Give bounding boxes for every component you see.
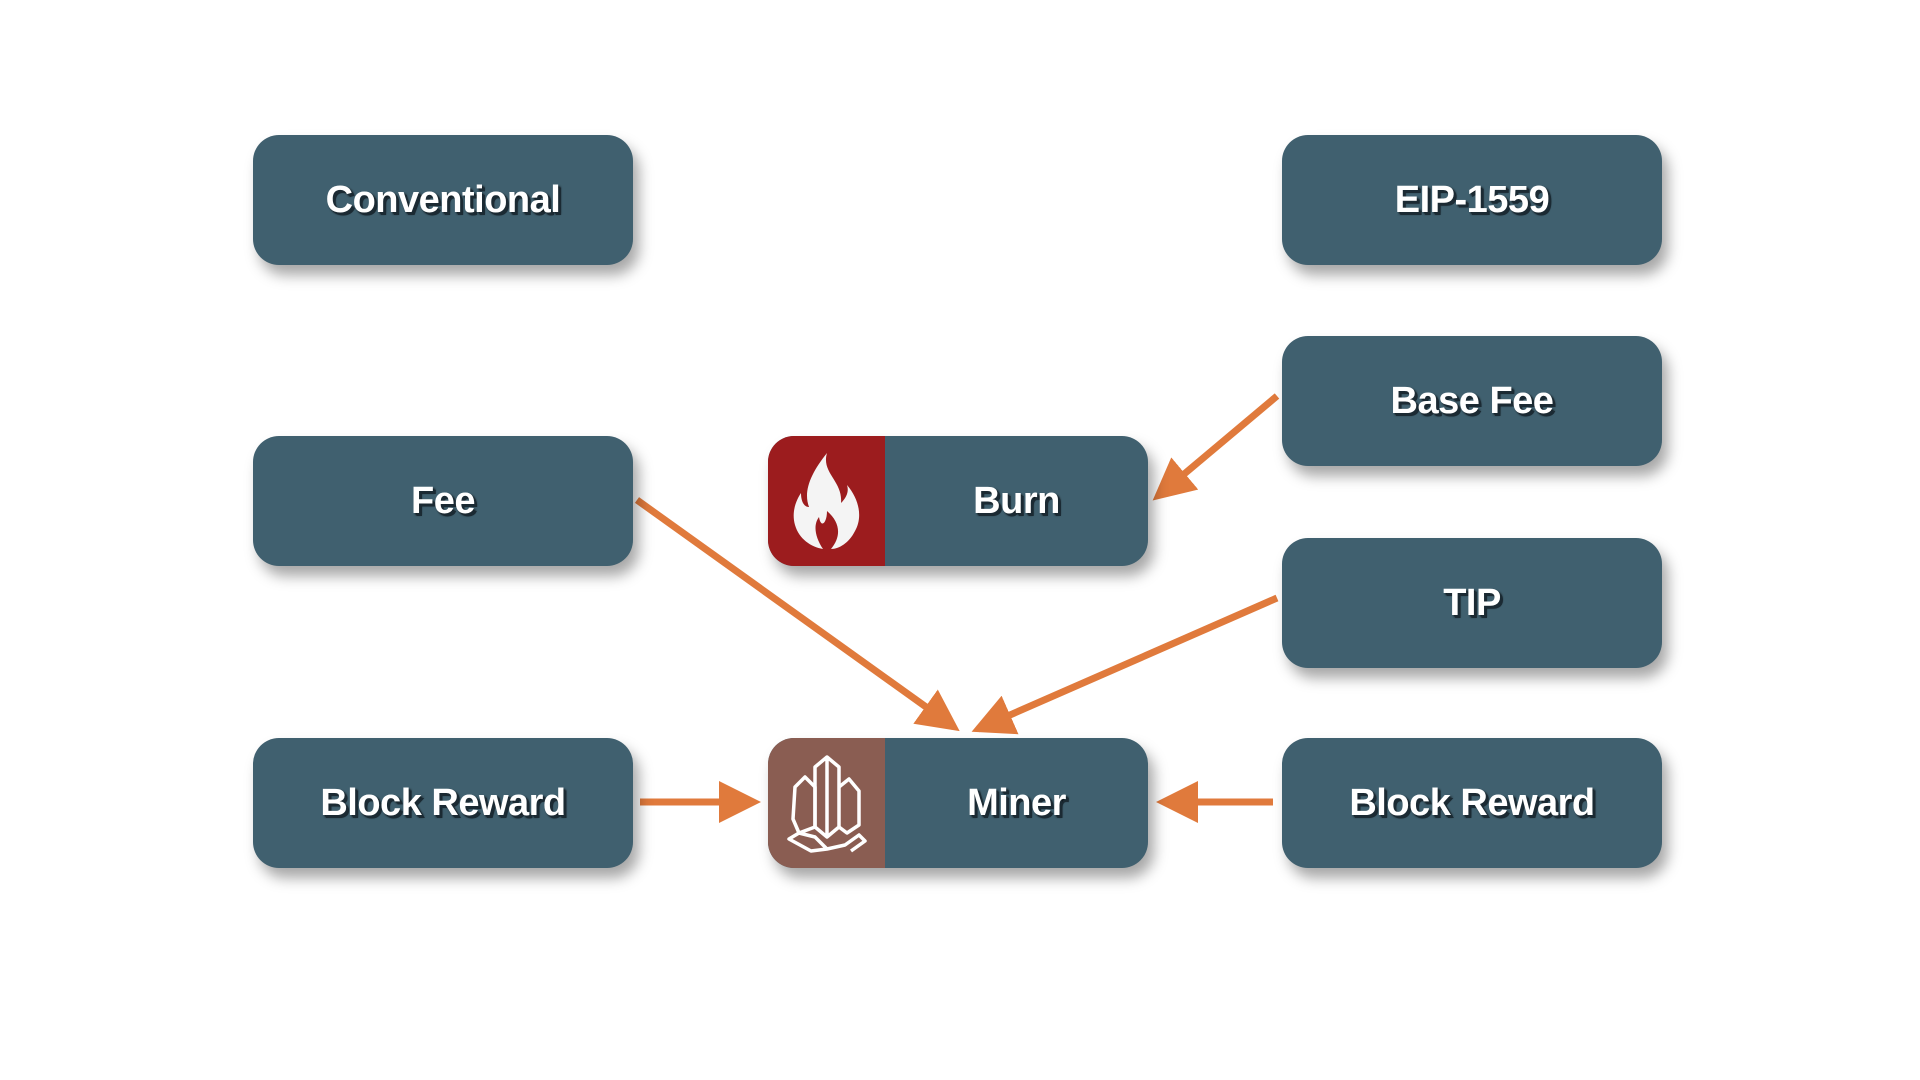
tip-label: TIP [1443,581,1501,624]
right-block-reward-box: Block Reward [1282,738,1662,868]
block-reward-label: Block Reward [1349,781,1595,824]
burn-label: Burn [973,479,1060,522]
eip1559-header-box: EIP-1559 [1282,135,1662,265]
block-reward-label: Block Reward [320,781,566,824]
arrow-tip-to-miner [971,594,1279,735]
base-fee-label: Base Fee [1390,379,1554,422]
miner-box: Miner [768,738,1148,868]
eip1559-label: EIP-1559 [1394,178,1550,221]
base-fee-box: Base Fee [1282,336,1662,466]
arrow-basefee-to-burn [1152,393,1280,501]
fee-label: Fee [411,479,475,522]
fee-box: Fee [253,436,633,566]
crystal-icon [768,738,885,868]
conventional-label: Conventional [325,178,561,221]
left-block-reward-box: Block Reward [253,738,633,868]
flame-icon [768,436,885,566]
tip-box: TIP [1282,538,1662,668]
conventional-header-box: Conventional [253,135,633,265]
miner-label: Miner [967,781,1066,824]
burn-box: Burn [768,436,1148,566]
